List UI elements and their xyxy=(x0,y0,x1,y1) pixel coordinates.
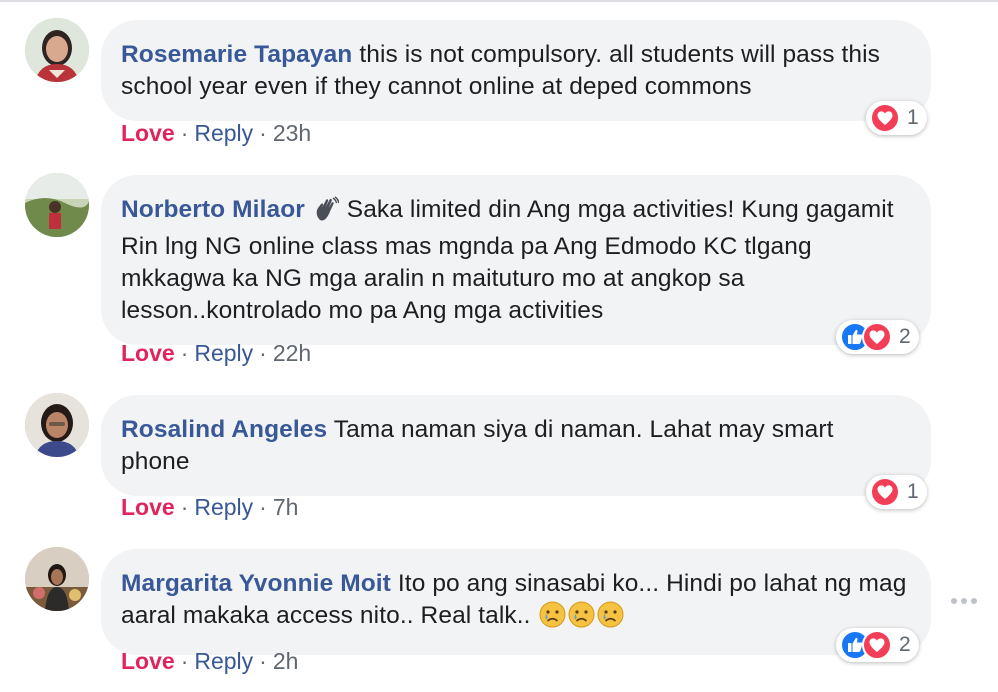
comment-bubble: Norberto Milaor Saka limited din Ang mga… xyxy=(101,175,931,345)
love-button[interactable]: Love xyxy=(121,340,175,366)
more-options-icon[interactable] xyxy=(949,594,979,608)
comment-bubble: Margarita Yvonnie Moit Ito po ang sinasa… xyxy=(101,549,931,655)
separator: · xyxy=(259,340,267,366)
love-reaction-icon xyxy=(870,103,900,133)
reply-button[interactable]: Reply xyxy=(194,648,253,674)
love-button[interactable]: Love xyxy=(121,120,175,146)
comment-bubble: Rosalind Angeles Tama naman siya di nama… xyxy=(101,395,931,496)
waving-hand-icon xyxy=(313,196,340,231)
reaction-count: 2 xyxy=(899,633,911,656)
separator: · xyxy=(259,120,267,146)
separator: · xyxy=(180,648,189,674)
avatar[interactable] xyxy=(25,393,89,457)
timestamp[interactable]: 7h xyxy=(273,494,299,520)
reaction-count: 1 xyxy=(907,106,919,129)
author-name[interactable]: Rosalind Angeles xyxy=(121,416,327,443)
love-reaction-icon xyxy=(862,630,892,660)
reaction-summary[interactable]: 2 xyxy=(836,320,919,354)
reply-button[interactable]: Reply xyxy=(194,120,253,146)
reaction-summary[interactable]: 2 xyxy=(836,628,919,662)
author-name[interactable]: Rosemarie Tapayan xyxy=(121,41,352,68)
reply-button[interactable]: Reply xyxy=(194,340,253,366)
crying-face-icon xyxy=(597,601,624,637)
avatar[interactable] xyxy=(25,173,89,237)
author-name[interactable]: Norberto Milaor xyxy=(121,196,305,223)
separator: · xyxy=(259,648,267,674)
love-button[interactable]: Love xyxy=(121,648,175,674)
top-divider xyxy=(0,0,998,2)
love-reaction-icon xyxy=(862,322,892,352)
comment-bubble: Rosemarie Tapayan this is not compulsory… xyxy=(101,20,931,121)
reaction-summary[interactable]: 1 xyxy=(866,101,927,135)
comment-actions: Love · Reply · 23h xyxy=(121,118,311,148)
timestamp[interactable]: 23h xyxy=(273,120,311,146)
separator: · xyxy=(180,340,189,366)
author-name[interactable]: Margarita Yvonnie Moit xyxy=(121,570,391,597)
separator: · xyxy=(259,494,267,520)
timestamp[interactable]: 2h xyxy=(273,648,299,674)
comment-actions: Love · Reply · 2h xyxy=(121,646,298,676)
love-button[interactable]: Love xyxy=(121,494,175,520)
reaction-summary[interactable]: 1 xyxy=(866,475,927,509)
avatar[interactable] xyxy=(25,18,89,82)
reaction-count: 2 xyxy=(899,325,911,348)
reply-button[interactable]: Reply xyxy=(194,494,253,520)
crying-face-icon xyxy=(539,601,566,637)
love-reaction-icon xyxy=(870,477,900,507)
reaction-count: 1 xyxy=(907,480,919,503)
crying-face-icon xyxy=(568,601,595,637)
comment-actions: Love · Reply · 22h xyxy=(121,338,311,368)
comment-actions: Love · Reply · 7h xyxy=(121,492,298,522)
timestamp[interactable]: 22h xyxy=(273,340,311,366)
separator: · xyxy=(180,120,189,146)
avatar[interactable] xyxy=(25,547,89,611)
separator: · xyxy=(180,494,189,520)
